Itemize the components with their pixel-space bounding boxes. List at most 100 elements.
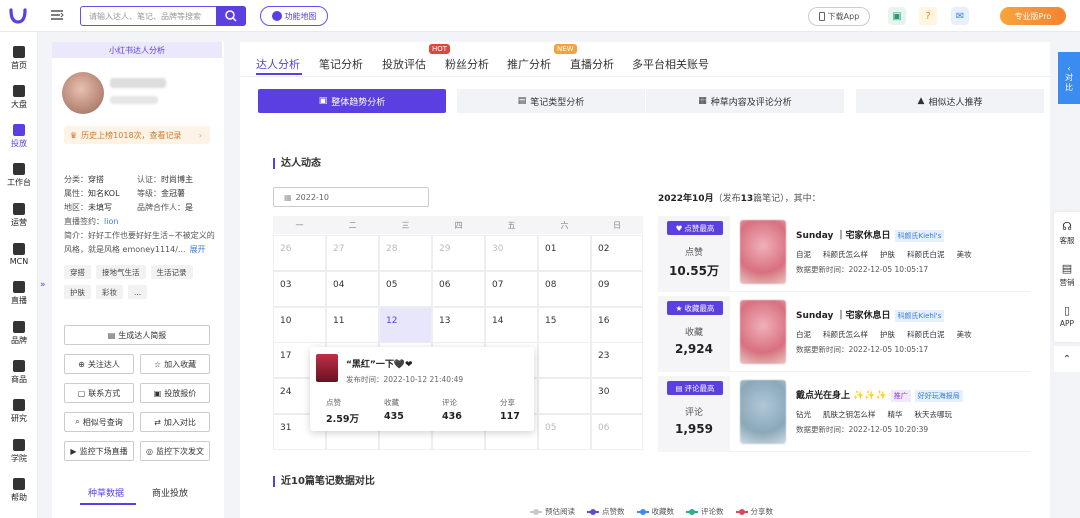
logo-icon[interactable] [8, 6, 28, 26]
profile-tag[interactable]: 穿搭 [64, 265, 91, 279]
nav-item-1[interactable]: 大盘 [0, 79, 38, 115]
calendar-day[interactable]: 27 [326, 235, 379, 271]
quote-button[interactable]: ▣ 投放报价 [140, 383, 210, 403]
legend-item[interactable]: 点赞数 [587, 506, 625, 517]
subtab-0[interactable]: ▣ 整体趋势分析 [258, 89, 446, 113]
calendar-day[interactable]: 01 [538, 235, 591, 271]
back-to-top-icon[interactable]: ⌃ [1054, 346, 1080, 372]
legend-item[interactable]: 评论数 [686, 506, 724, 517]
tab-seed-data[interactable]: 种草数据 [88, 486, 124, 499]
calendar-day[interactable]: 03 [273, 270, 326, 307]
nav-item-11[interactable]: 帮助 [0, 472, 38, 508]
legend-item[interactable]: 分享数 [735, 506, 773, 517]
nav-item-5[interactable]: MCN [0, 237, 38, 273]
top-note-card[interactable]: ♥ 点赞最高 点赞 10.55万 Sunday ｜宅家休息日 科颜氏Kiehl's 自泥 科颜… [658, 216, 1030, 292]
nav-item-2[interactable]: 投放 [0, 119, 38, 155]
tab-2[interactable]: 投放评估 [382, 56, 426, 72]
calendar-day[interactable] [538, 378, 591, 415]
calendar-day[interactable]: 15 [538, 306, 591, 343]
compare-side-panel[interactable]: ‹ 对比 [1058, 52, 1080, 104]
note-thumbnail[interactable] [740, 380, 786, 444]
calendar-day[interactable]: 11 [326, 306, 379, 343]
nav-item-8[interactable]: 商品 [0, 354, 38, 390]
follow-button[interactable]: ⊕ 关注达人 [64, 354, 134, 374]
profile-tag[interactable]: ... [128, 285, 148, 299]
calendar-day[interactable]: 09 [591, 270, 643, 307]
monitor-live-button[interactable]: ▶ 监控下场直播 [64, 441, 134, 461]
tab-4[interactable]: 推广分析 [507, 56, 551, 72]
help-icon[interactable]: ? [919, 7, 937, 25]
subtab-1[interactable]: ▤ 笔记类型分析 [457, 89, 645, 113]
nav-item-9[interactable]: 研究 [0, 394, 38, 430]
history-rank-banner[interactable]: ♛ 历史上榜1018次，查看记录 › [64, 126, 210, 144]
function-map-button[interactable]: 功能地图 [260, 6, 328, 26]
expand-link[interactable]: 展开 [190, 245, 206, 254]
profile-tag[interactable]: 彩妆 [96, 285, 123, 299]
calendar-day[interactable]: 06 [432, 270, 485, 307]
search-button[interactable] [216, 6, 246, 26]
calendar-day[interactable]: 28 [379, 235, 432, 271]
compare-button[interactable]: ⇄ 加入对比 [140, 412, 210, 432]
calendar-day[interactable]: 06 [591, 414, 643, 450]
calendar-day[interactable]: 14 [485, 306, 538, 343]
calendar-day[interactable]: 23 [591, 342, 643, 379]
subtab-icon: ▣ [318, 96, 328, 106]
download-app-button[interactable]: 下载App [808, 7, 870, 26]
calendar-day[interactable]: 30 [591, 378, 643, 415]
tab-6[interactable]: 多平台相关账号 [632, 56, 709, 72]
calendar-day[interactable]: 02 [591, 235, 643, 271]
legend-item[interactable]: 预估阅读 [530, 506, 575, 517]
top-note-card[interactable]: ★ 收藏最高 收藏 2,924 Sunday ｜宅家休息日 科颜氏Kiehl's 白泥 科颜氏… [658, 296, 1030, 372]
tab-1[interactable]: 笔记分析 [319, 56, 363, 72]
right-tool-2[interactable]: ▯ APP [1054, 304, 1080, 328]
collapse-arrow-icon[interactable]: » [40, 280, 46, 290]
calendar-day[interactable]: 16 [591, 306, 643, 343]
calendar-day[interactable]: 26 [273, 235, 326, 271]
subtab-2[interactable]: ▦ 种草内容及评论分析 [646, 89, 844, 113]
note-thumbnail[interactable] [740, 220, 786, 284]
nav-item-0[interactable]: 首页 [0, 40, 38, 76]
note-title[interactable]: Sunday ｜宅家休息日 科颜氏Kiehl's [796, 308, 945, 322]
note-title[interactable]: 戴点光在身上 ✨✨✨ 推广 好好玩海报局 [796, 388, 963, 402]
note-thumbnail[interactable] [740, 300, 786, 364]
calendar-day[interactable]: 30 [485, 235, 538, 271]
collect-button[interactable]: ☆ 加入收藏 [140, 354, 210, 374]
calendar-day[interactable]: 07 [485, 270, 538, 307]
calendar-day[interactable]: 13 [432, 306, 485, 343]
calendar-day[interactable]: 04 [326, 270, 379, 307]
nav-item-4[interactable]: 运营 [0, 197, 38, 233]
right-tool-0[interactable]: ☊ 客服 [1054, 220, 1080, 246]
tab-3[interactable]: 粉丝分析 [445, 56, 489, 72]
wallet-icon[interactable]: ▣ [888, 7, 906, 25]
calendar-day[interactable]: 05 [538, 414, 591, 450]
calendar-day[interactable]: 05 [379, 270, 432, 307]
calendar-day[interactable]: 08 [538, 270, 591, 307]
right-tool-1[interactable]: ▤ 营销 [1054, 262, 1080, 288]
generate-report-button[interactable]: ▤ 生成达人简报 [64, 325, 210, 345]
month-picker[interactable]: ▦ 2022-10 [273, 187, 429, 207]
tab-5[interactable]: 直播分析 [570, 56, 614, 72]
profile-tag[interactable]: 接地气生活 [96, 265, 146, 279]
note-title[interactable]: Sunday ｜宅家休息日 科颜氏Kiehl's [796, 228, 945, 242]
calendar-day[interactable]: 29 [432, 235, 485, 271]
mail-icon[interactable]: ✉ [951, 7, 969, 25]
menu-toggle-icon[interactable] [50, 8, 64, 22]
monitor-post-button[interactable]: ◎ 监控下次发文 [140, 441, 210, 461]
profile-tag[interactable]: 生活记录 [150, 265, 193, 279]
profile-tag[interactable]: 护肤 [64, 285, 91, 299]
subtab-3[interactable]: ▲ 相似达人推荐 [856, 89, 1044, 113]
nav-item-6[interactable]: 直播 [0, 276, 38, 312]
pro-version-button[interactable]: 专业版Pro [1000, 7, 1066, 25]
similar-search-button[interactable]: ⌕ 相似号查询 [64, 412, 134, 432]
tab-0[interactable]: 达人分析 [256, 56, 300, 72]
calendar-day[interactable]: 10 [273, 306, 326, 343]
nav-item-7[interactable]: 品牌 [0, 315, 38, 351]
top-note-card[interactable]: ▤ 评论最高 评论 1,959 戴点光在身上 ✨✨✨ 推广 好好玩海报局 钻光 肌肤之钥怎么样 精… [658, 376, 1030, 452]
tab-biz-data[interactable]: 商业投放 [152, 486, 188, 499]
nav-item-10[interactable]: 学院 [0, 433, 38, 469]
calendar-day[interactable]: 12 [379, 306, 432, 343]
contact-button[interactable]: ▢ 联系方式 [64, 383, 134, 403]
nav-item-3[interactable]: 工作台 [0, 158, 38, 194]
calendar-day[interactable] [538, 342, 591, 379]
legend-item[interactable]: 收藏数 [636, 506, 674, 517]
